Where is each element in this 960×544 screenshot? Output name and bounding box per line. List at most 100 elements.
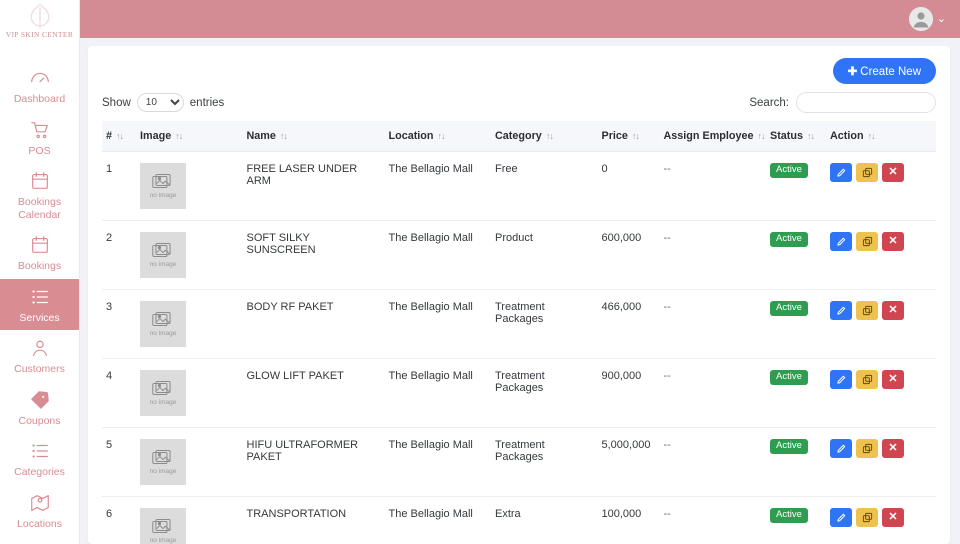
edit-button[interactable]	[830, 232, 852, 251]
sidebar-item-locations[interactable]: Locations	[0, 485, 79, 537]
column-header-assign_employee[interactable]: Assign Employee ↑↓	[659, 121, 766, 152]
image-placeholder-icon	[152, 381, 171, 396]
row-status-cell: Active	[766, 427, 826, 497]
sidebar-item-label: Services	[19, 311, 60, 324]
table-header-row: # ↑↓ Image ↑↓ Name ↑↓ Location ↑↓ Category ↑↓ Pric…	[102, 121, 936, 152]
no-image-label: no image	[149, 261, 177, 268]
column-header-num[interactable]: # ↑↓	[102, 121, 136, 152]
row-location: The Bellagio Mall	[384, 358, 491, 428]
services-table: # ↑↓ Image ↑↓ Name ↑↓ Location ↑↓ Category ↑↓ Pric…	[102, 121, 936, 544]
edit-button[interactable]	[830, 301, 852, 320]
row-number: 6	[102, 496, 136, 544]
sort-toggle-icon[interactable]: ↑↓	[175, 131, 183, 141]
edit-button[interactable]	[830, 163, 852, 182]
sidebar-item-bookings-calendar[interactable]: Bookings Calendar	[0, 163, 79, 227]
create-new-button[interactable]: ✚ Create New	[832, 58, 936, 84]
sort-toggle-icon[interactable]: ↑↓	[546, 131, 554, 141]
edit-button[interactable]	[830, 439, 852, 458]
sidebar-item-pos[interactable]: POS	[0, 112, 79, 164]
delete-button[interactable]: ✕	[882, 163, 904, 182]
search-input[interactable]	[796, 92, 936, 113]
row-category: Treatment Packages	[491, 358, 598, 428]
delete-button[interactable]: ✕	[882, 301, 904, 320]
sort-toggle-icon[interactable]: ↑↓	[632, 131, 640, 141]
show-label: Show	[102, 96, 131, 109]
column-header-status[interactable]: Status ↑↓	[766, 121, 826, 152]
sidebar-item-categories[interactable]: Categories	[0, 433, 79, 485]
delete-button[interactable]: ✕	[882, 370, 904, 389]
column-header-location[interactable]: Location ↑↓	[384, 121, 491, 152]
sidebar-item-customers[interactable]: Customers	[0, 330, 79, 382]
status-badge: Active	[770, 301, 808, 316]
sort-toggle-icon[interactable]: ↑↓	[868, 131, 876, 141]
duplicate-button[interactable]	[856, 439, 878, 458]
table-row: 1 no image FREE LASER UNDER ARM The Bellagi…	[102, 151, 936, 221]
row-status-cell: Active	[766, 289, 826, 359]
sort-toggle-icon[interactable]: ↑↓	[807, 131, 815, 141]
close-x-icon: ✕	[888, 373, 898, 385]
entries-label: entries	[189, 96, 225, 109]
sidebar-item-label: POS	[28, 144, 51, 157]
duplicate-button[interactable]	[856, 163, 878, 182]
duplicate-button[interactable]	[856, 508, 878, 527]
speedometer-icon	[30, 72, 49, 83]
column-header-action[interactable]: Action ↑↓	[826, 121, 936, 152]
row-image-cell: no image	[136, 151, 243, 221]
row-number: 4	[102, 358, 136, 428]
copy-icon	[862, 305, 872, 316]
edit-button[interactable]	[830, 370, 852, 389]
row-location: The Bellagio Mall	[384, 496, 491, 544]
sidebar-item-dashboard[interactable]: Dashboard	[0, 60, 79, 112]
row-assign-employee: --	[659, 220, 766, 290]
user-icon	[32, 340, 47, 356]
row-price: 0	[597, 151, 660, 221]
sidebar-item-label: Bookings	[17, 260, 62, 272]
column-label: Action	[830, 130, 864, 142]
main-area: ⌄ ✚Create New Show 102550100 entries	[80, 0, 960, 544]
table-head: # ↑↓ Image ↑↓ Name ↑↓ Location ↑↓ Category ↑↓ Pric…	[102, 121, 936, 152]
pencil-icon	[836, 444, 845, 453]
table-row: 2 no image SOFT SILKY SUNSCREEN The Bellagi…	[102, 220, 936, 290]
sidebar-item-bookings[interactable]: Bookings	[0, 227, 79, 279]
entries-per-page-select[interactable]: 102550100	[136, 93, 184, 112]
row-action-cell: ✕	[826, 427, 936, 497]
calendar-icon	[31, 172, 48, 189]
action-button-group: ✕	[830, 439, 932, 458]
table-controls: Show 102550100 entries Search:	[102, 90, 936, 121]
sort-toggle-icon[interactable]: ↑↓	[116, 131, 124, 141]
sidebar-item-coupons[interactable]: Coupons	[0, 382, 79, 434]
copy-icon	[862, 236, 872, 247]
edit-button[interactable]	[830, 508, 852, 527]
row-name: SOFT SILKY SUNSCREEN	[242, 220, 385, 290]
sort-toggle-icon[interactable]: ↑↓	[438, 131, 446, 141]
image-placeholder-icon	[152, 243, 171, 258]
row-image-cell: no image	[136, 220, 243, 290]
column-label: Assign Employee	[663, 130, 754, 142]
sort-toggle-icon[interactable]: ↑↓	[758, 131, 766, 141]
sidebar-item-label: Dashboard	[13, 93, 66, 105]
chevron-down-icon: ⌄	[936, 12, 946, 25]
column-header-price[interactable]: Price ↑↓	[597, 121, 660, 152]
sidebar-item-services[interactable]: Services	[0, 278, 79, 330]
sort-toggle-icon[interactable]: ↑↓	[280, 131, 288, 141]
image-placeholder-icon	[152, 450, 171, 465]
column-label: Category	[495, 130, 542, 142]
sidebar-item-label: Categories	[14, 466, 65, 478]
column-header-image[interactable]: Image ↑↓	[136, 121, 243, 152]
sidebar-item-employee[interactable]: Employee	[0, 536, 79, 544]
duplicate-button[interactable]	[856, 232, 878, 251]
delete-button[interactable]: ✕	[882, 508, 904, 527]
delete-button[interactable]: ✕	[882, 439, 904, 458]
delete-button[interactable]: ✕	[882, 232, 904, 251]
table-row: 5 no image HIFU ULTRAFORMER PAKET The Bella…	[102, 427, 936, 497]
user-menu[interactable]: ⌄	[908, 7, 946, 31]
column-header-name[interactable]: Name ↑↓	[242, 121, 385, 152]
duplicate-button[interactable]	[856, 301, 878, 320]
column-label: Status	[770, 130, 803, 142]
brand-logo[interactable]: VIP SKIN CENTER	[0, 0, 79, 50]
duplicate-button[interactable]	[856, 370, 878, 389]
status-badge: Active	[770, 439, 808, 454]
pencil-icon	[836, 237, 845, 246]
column-header-category[interactable]: Category ↑↓	[491, 121, 598, 152]
map-pin-icon	[30, 494, 49, 511]
